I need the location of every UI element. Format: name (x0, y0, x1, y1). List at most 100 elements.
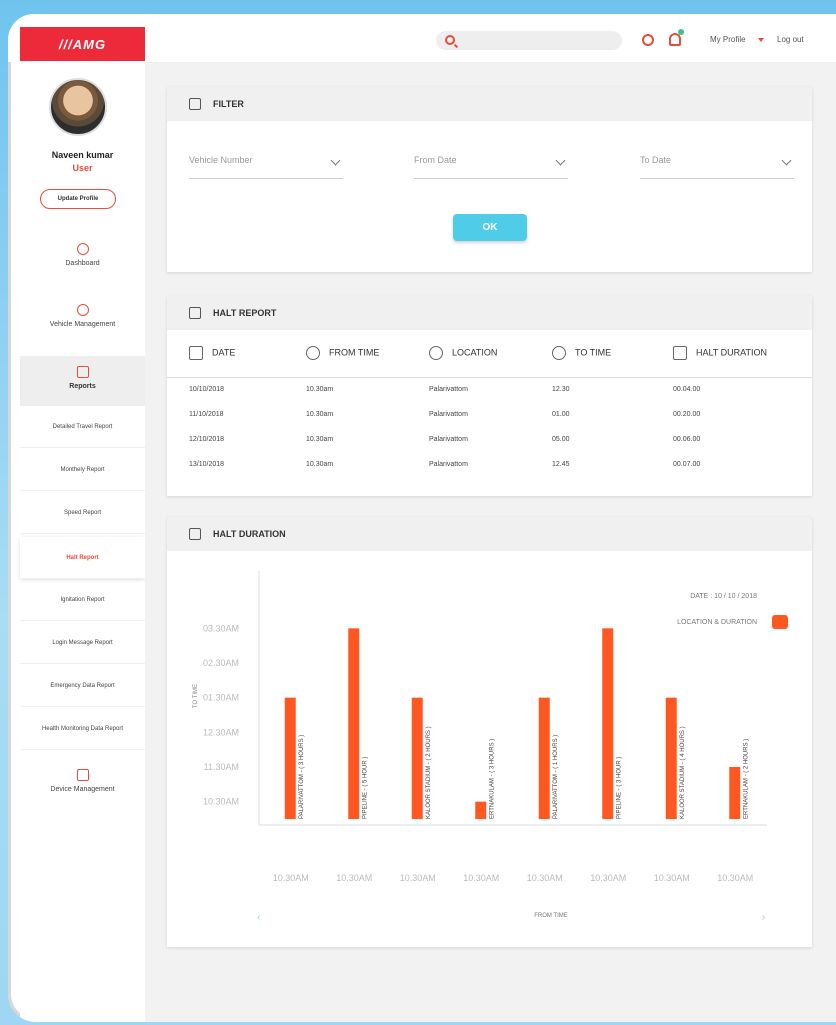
logo-text: ///AMG (58, 36, 107, 52)
column-label: FROM TIME (329, 347, 380, 358)
sidebar-item-label: Vehicle Management (49, 321, 116, 328)
chart-bar (411, 697, 423, 819)
y-tick-label: 11.30AM (204, 762, 239, 772)
chart-bar (348, 628, 360, 819)
bar-label: ERTNAKULAM - ( 2 HOURS ) (743, 739, 749, 819)
x-tick-label: 10.30AM (336, 873, 372, 883)
x-tick-label: 10.30AM (654, 873, 690, 883)
user-name: Naveen kumar (51, 150, 114, 160)
search-input[interactable] (436, 31, 622, 50)
x-tick-label: 10.30AM (273, 873, 309, 883)
table-row[interactable]: 12/10/2018 10.30am Palarivattom 05.00 00.06.… (167, 427, 812, 452)
sidebar-subitem-halt-report[interactable]: Halt Report (20, 537, 145, 579)
vehicle-icon (76, 304, 89, 316)
chart-bar (729, 767, 741, 819)
column-label: TO TIME (575, 347, 612, 358)
sidebar-subitem-speed-report[interactable]: Speed Report (20, 492, 145, 534)
app-window: ///AMG My Profile Log out Naveen kumar U… (8, 14, 836, 1022)
sidebar-item-label: Device Management (50, 786, 115, 793)
column-header-from-time[interactable]: FROM TIME (306, 330, 429, 378)
my-profile-link[interactable]: My Profile (710, 35, 746, 44)
bar-chart-icon (189, 528, 201, 540)
sidebar-item-device-management[interactable]: Device Management (20, 769, 145, 793)
amg-logo[interactable]: ///AMG (20, 27, 145, 61)
column-header-to-time[interactable]: TO TIME (552, 330, 673, 378)
legend-swatch (772, 615, 788, 629)
cell-date: 11/10/2018 (189, 411, 224, 418)
settings-icon[interactable] (642, 34, 654, 46)
chevron-left-icon: ‹ (257, 912, 260, 923)
halt-report-header: HALT REPORT (167, 296, 812, 330)
x-tick-label: 10.30AM (463, 873, 499, 883)
to-date-select[interactable]: To Date (640, 155, 794, 179)
reports-icon (76, 366, 89, 378)
column-label: HALT DURATION (696, 347, 768, 358)
clock-icon (306, 346, 320, 361)
chevron-right-icon: › (762, 912, 765, 923)
y-tick-label: 01.30AM (203, 693, 239, 703)
sidebar-item-label: Reports (69, 383, 96, 390)
sidebar-subitem-ignition-report[interactable]: Ignitation Report (20, 579, 145, 621)
x-tick-label: 10.30AM (400, 873, 436, 883)
bar-label: KALOOR STADIUM - ( 4 HOURS ) (680, 726, 686, 819)
y-tick-label: 12.30AM (203, 727, 239, 737)
bar-label: ERTNAKULAM - ( 3 HOURS ) (489, 739, 495, 819)
chevron-down-icon (781, 155, 792, 166)
chart-bar (284, 697, 296, 819)
bar-label: KALOOR STADIUM - ( 2 HOURS ) (426, 726, 432, 819)
filter-card: FILTER Vehicle Number From Date To Date … (167, 87, 812, 272)
hourglass-icon (673, 346, 687, 361)
column-header-halt-duration[interactable]: HALT DURATION (673, 330, 812, 378)
halt-duration-header: HALT DURATION (167, 517, 812, 551)
halt-report-title: HALT REPORT (213, 308, 277, 318)
sidebar-subitem-monthly-report[interactable]: Monthely Report (20, 449, 145, 491)
update-profile-button[interactable]: Update Profile (40, 189, 116, 209)
halt-duration-chart: 10.30AM 11.30AM 12.30AM 01.30AM 02.30AM 03.30… (193, 571, 788, 923)
sidebar-item-reports[interactable]: Reports (20, 356, 145, 406)
table-row[interactable]: 10/10/2018 10.30am Palarivattom 12.30 00.04.… (167, 377, 812, 402)
sidebar: Naveen kumar User Update Profile Dashboa… (20, 61, 145, 1022)
chart-bar (665, 697, 677, 819)
sidebar-subitem-emergency-data-report[interactable]: Emergency Data Report (20, 665, 145, 707)
sidebar-subitem-login-message-report[interactable]: Login Message Report (20, 622, 145, 664)
chevron-down-icon (330, 155, 341, 166)
cell-location: Palarivattom (429, 411, 468, 418)
cell-to-time: 12.45 (552, 461, 570, 468)
x-tick-label: 10.30AM (717, 873, 753, 883)
chevron-down-icon[interactable] (758, 38, 764, 42)
cell-location: Palarivattom (429, 386, 468, 394)
ok-button[interactable]: OK (453, 214, 527, 241)
user-role: User (72, 163, 93, 173)
column-header-date[interactable]: DATE (167, 330, 306, 378)
vehicle-number-select[interactable]: Vehicle Number (189, 155, 343, 179)
x-tick-label: 10.30AM (527, 873, 563, 883)
sidebar-subitem-detailed-travel-report[interactable]: Detailed Travel Report (20, 406, 145, 448)
logout-link[interactable]: Log out (777, 35, 804, 44)
y-axis-label: TO TIME (193, 684, 199, 708)
filter-header: FILTER (167, 87, 812, 121)
y-tick-label: 03.30AM (203, 623, 239, 633)
cell-date: 10/10/2018 (189, 386, 225, 394)
filter-title: FILTER (213, 99, 244, 109)
halt-report-card: HALT REPORT DATE FROM TIME LOCATION TO T… (167, 296, 812, 496)
from-date-select[interactable]: From Date (414, 155, 568, 179)
x-axis-label: FROM TIME (534, 913, 568, 919)
sidebar-item-label: Dashboard (65, 260, 100, 267)
location-pin-icon (429, 346, 443, 361)
table-row[interactable]: 11/10/2018 10.30am Palarivattom 01.00 00.20.… (167, 402, 812, 427)
sidebar-item-vehicle-management[interactable]: Vehicle Management (20, 304, 145, 328)
from-date-placeholder: From Date (414, 155, 457, 165)
table-row[interactable]: 13/10/2018 10.30am Palarivattom 12.45 00.07.… (167, 452, 812, 477)
y-tick-label: 10.30AM (203, 797, 239, 807)
column-label: DATE (212, 347, 236, 358)
report-icon (189, 307, 201, 319)
to-date-placeholder: To Date (640, 155, 672, 165)
sidebar-item-dashboard[interactable]: Dashboard (20, 243, 145, 267)
sidebar-subitem-health-monitoring-report[interactable]: Health Monitoring Data Report (20, 708, 145, 750)
column-header-location[interactable]: LOCATION (429, 330, 552, 378)
cell-from-time: 10.30am (306, 436, 334, 443)
main-content: FILTER Vehicle Number From Date To Date … (145, 62, 836, 1022)
notification-bell-icon[interactable] (669, 29, 684, 46)
cell-to-time: 05.00 (552, 436, 570, 443)
avatar (49, 78, 107, 136)
